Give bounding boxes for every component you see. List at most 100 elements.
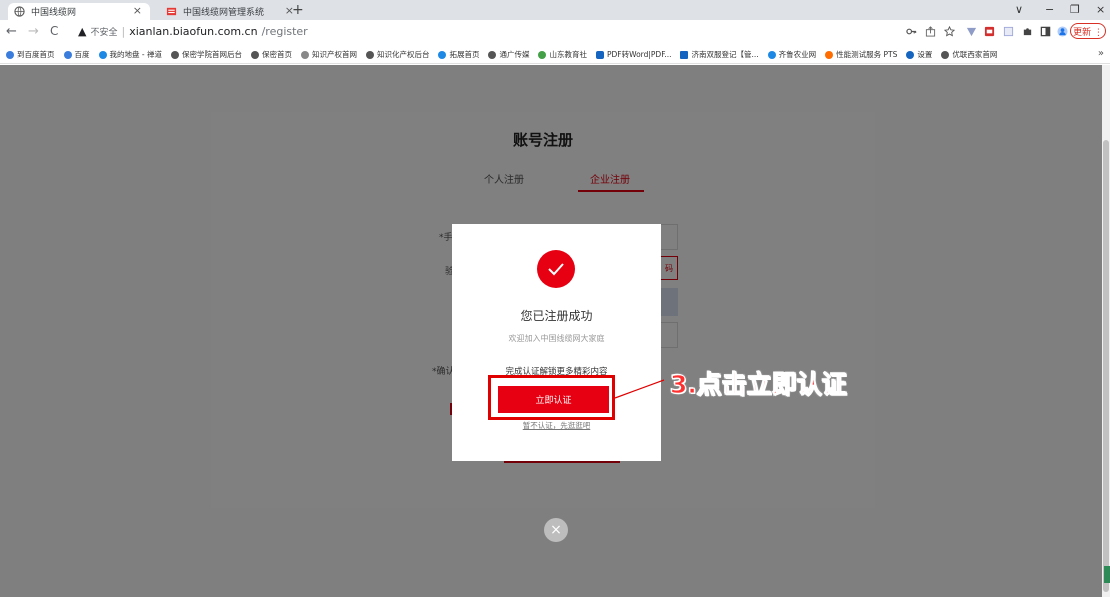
tab-management-system[interactable]: 中国线缆网管理系统 × xyxy=(160,3,302,20)
bookmark-item[interactable]: 保密首页 xyxy=(250,49,292,60)
page-title: 账号注册 xyxy=(512,131,573,149)
bookmark-icon xyxy=(6,50,14,59)
window-close-button[interactable]: × xyxy=(1096,3,1105,16)
address-bar[interactable]: ▲ 不安全 | xianlan.biaofun.com.cn/register xyxy=(78,25,308,38)
minimize-button[interactable]: − xyxy=(1045,3,1054,16)
puzzle-icon[interactable] xyxy=(1022,26,1033,37)
bookmarks-bar: 到百度首页 百度 我的地盘 - 禅道 保密学院首网后台 保密首页 知识产权首网 … xyxy=(0,46,1110,64)
tab-title: 中国线缆网管理系统 xyxy=(183,8,265,18)
bookmarks-more-button[interactable]: » xyxy=(1098,48,1104,59)
globe-icon xyxy=(14,6,25,17)
share-icon[interactable] xyxy=(925,26,936,37)
bookmark-item[interactable]: 保密学院首网后台 xyxy=(170,49,242,60)
bookmark-label: 山东教育社 xyxy=(549,50,587,59)
bookmark-icon xyxy=(488,50,497,59)
password-field[interactable] xyxy=(660,288,678,316)
bookmark-label: 齐鲁农业网 xyxy=(778,50,817,59)
side-panel-icon[interactable] xyxy=(1040,26,1051,37)
bookmark-icon xyxy=(365,50,374,59)
address-separator: | xyxy=(121,25,126,38)
tab-close-icon[interactable]: × xyxy=(133,4,142,17)
bookmark-icon xyxy=(538,50,547,59)
new-tab-button[interactable]: + xyxy=(292,2,304,18)
success-modal: 您已注册成功 欢迎加入中国线缆网大家庭 完成认证解锁更多精彩内容 立即认证 暂不… xyxy=(452,224,661,461)
bookmark-item[interactable]: 知识产权首网 xyxy=(300,49,357,60)
profile-icon[interactable] xyxy=(1057,26,1068,37)
bookmark-icon xyxy=(595,50,604,59)
bookmark-icon xyxy=(941,50,950,59)
edge-widget xyxy=(1104,566,1110,583)
bookmark-label: 保密首页 xyxy=(261,50,292,59)
key-icon[interactable] xyxy=(906,26,917,37)
tab-search-dropdown-icon[interactable]: ∨ xyxy=(1015,3,1023,16)
extension-box-icon[interactable] xyxy=(1003,26,1014,37)
bookmark-icon xyxy=(825,50,834,59)
active-tab-indicator xyxy=(578,190,644,192)
skip-certify-link[interactable]: 暂不认证，先逛逛吧 xyxy=(452,420,661,431)
bookmark-item[interactable]: 知识化产权后台 xyxy=(365,49,430,60)
bookmark-item[interactable]: 到百度首页 xyxy=(6,49,55,60)
step-callout: 3.点击立即认证 xyxy=(670,370,848,400)
skip-certify-text[interactable]: 暂不认证，先逛逛吧 xyxy=(523,421,591,430)
bookmark-label: 性能测试服务 PTS xyxy=(836,50,898,59)
bookmark-label: 设置 xyxy=(917,50,933,59)
phone-label: *手 xyxy=(439,233,453,243)
bookmark-icon xyxy=(680,50,689,59)
url-host: xianlan.biaofun.com.cn xyxy=(129,25,258,38)
bookmark-icon xyxy=(170,50,179,59)
back-button[interactable]: ← xyxy=(6,24,17,39)
password-repeat-field[interactable] xyxy=(660,322,678,348)
bookmark-label: 我的地盘 - 禅道 xyxy=(109,50,162,59)
bookmark-label: 到百度首页 xyxy=(17,50,55,59)
bookmark-item[interactable]: PDF转Word|PDF... xyxy=(595,49,672,60)
insecure-label: 不安全 xyxy=(90,28,118,38)
bookmark-label: 济南双服登记【管... xyxy=(691,50,759,59)
bookmark-label: 百度 xyxy=(74,50,90,59)
bookmark-item[interactable]: 我的地盘 - 禅道 xyxy=(98,49,162,60)
bookmark-item[interactable]: 齐鲁农业网 xyxy=(767,49,817,60)
bookmark-icon xyxy=(98,50,107,59)
star-icon[interactable] xyxy=(944,26,955,37)
tab-title: 中国线缆网 xyxy=(31,8,77,18)
gear-icon xyxy=(906,50,915,59)
bookmark-label: 知识化产权后台 xyxy=(376,50,430,59)
tab-zhongguo-xianlan[interactable]: 中国线缆网 × xyxy=(8,3,150,20)
restore-button[interactable]: ❐ xyxy=(1070,3,1080,16)
bookmark-item[interactable]: 优联西家首网 xyxy=(941,49,997,60)
tab-personal-register[interactable]: 个人注册 xyxy=(484,171,524,186)
success-title: 您已注册成功 xyxy=(520,309,593,323)
bookmark-icon xyxy=(63,50,72,59)
bookmark-label: 保密学院首网后台 xyxy=(181,50,242,59)
tab-company-register[interactable]: 企业注册 xyxy=(590,171,630,186)
site-logo-icon xyxy=(166,7,177,16)
extension-red-icon[interactable] xyxy=(984,26,995,37)
browser-tab-strip: 中国线缆网 × 中国线缆网管理系统 × + ∨ − ❐ × xyxy=(0,0,1110,20)
warning-icon: ▲ xyxy=(78,25,87,38)
bookmark-label: 优联西家首网 xyxy=(952,50,998,59)
bookmark-item[interactable]: 拓展首页 xyxy=(438,49,479,60)
update-button[interactable]: 更新 ⋮ xyxy=(1070,23,1106,39)
close-icon[interactable]: × xyxy=(544,518,568,542)
scrollbar-thumb[interactable] xyxy=(1103,140,1109,592)
bookmark-item[interactable]: 通广传媒 xyxy=(488,49,529,60)
bookmark-icon xyxy=(300,50,309,59)
bookmark-label: 知识产权首网 xyxy=(311,50,357,59)
bookmark-icon xyxy=(438,50,447,59)
extension-vue-icon[interactable] xyxy=(966,26,977,37)
reload-button[interactable]: C xyxy=(50,24,58,38)
bookmark-item[interactable]: 山东教育社 xyxy=(538,49,587,60)
check-icon xyxy=(537,250,575,288)
bookmark-item[interactable]: 百度 xyxy=(63,49,90,60)
bookmark-item[interactable]: 济南双服登记【管... xyxy=(680,49,759,60)
bookmark-label: PDF转Word|PDF... xyxy=(606,50,672,59)
bookmark-item[interactable]: 设置 xyxy=(906,49,932,60)
highlight-box xyxy=(488,375,615,420)
bookmark-icon xyxy=(767,50,776,59)
bookmark-icon xyxy=(250,50,259,59)
bookmark-label: 拓展首页 xyxy=(449,50,480,59)
bookmark-label: 通广传媒 xyxy=(499,50,530,59)
forward-button[interactable]: → xyxy=(28,24,39,39)
register-submit-button[interactable] xyxy=(504,461,620,463)
bookmark-item[interactable]: 性能测试服务 PTS xyxy=(825,49,897,60)
get-code-button[interactable]: 码 xyxy=(660,256,678,280)
